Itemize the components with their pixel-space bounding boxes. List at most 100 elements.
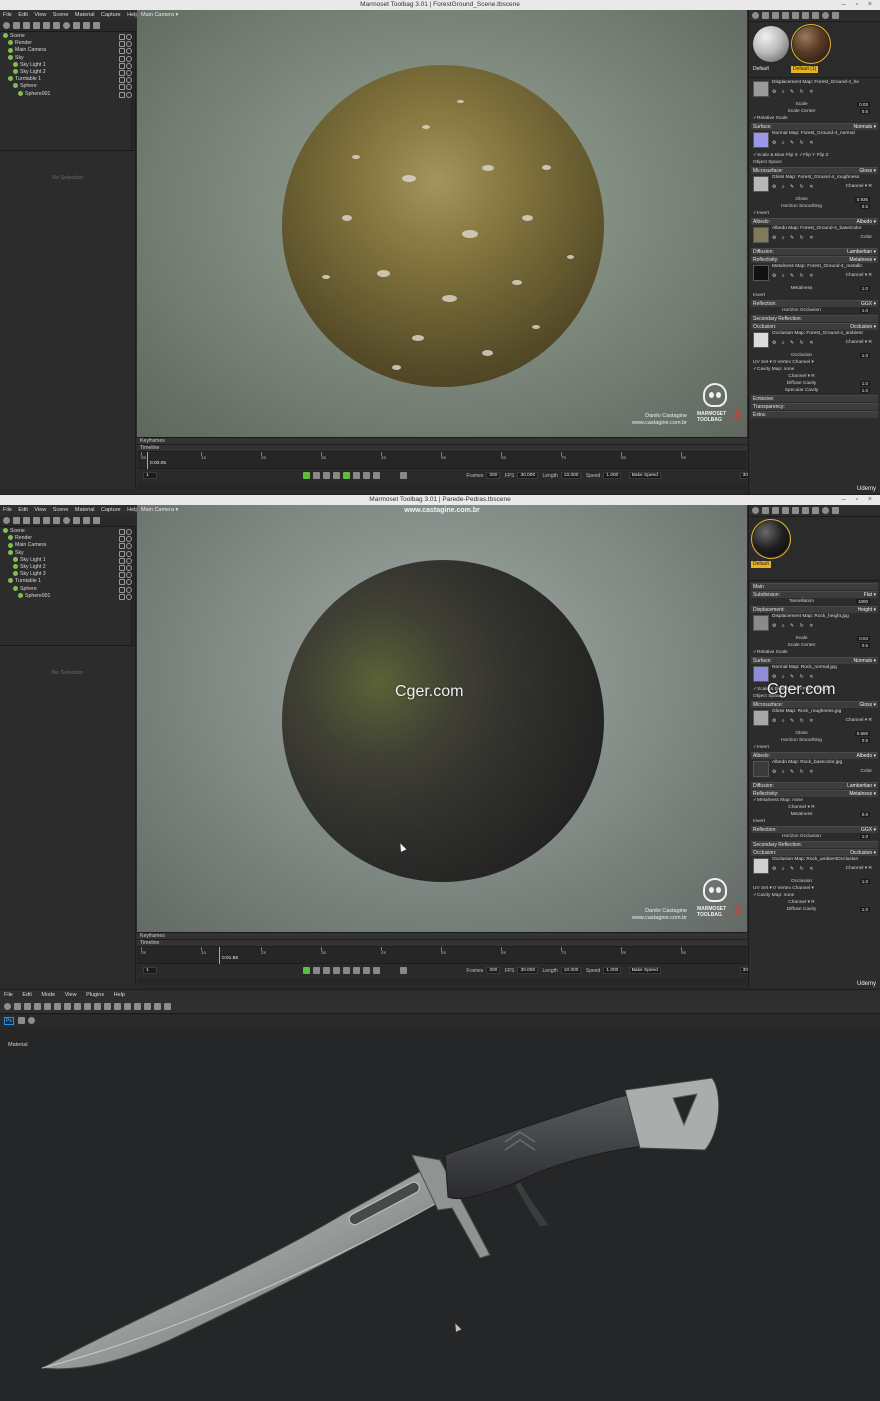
material-checkbox-row[interactable]: ✓Metalness Map: none xyxy=(751,797,878,804)
skip-end-icon[interactable] xyxy=(372,472,380,480)
texture-actions-icon[interactable]: ⚙ ⌕ ✎ ↻ ✕ xyxy=(772,89,815,95)
channel-dropdown[interactable]: Color xyxy=(861,769,872,774)
texture-actions-icon[interactable]: ⚙ ⌕ ✎ ↻ ✕ xyxy=(772,866,815,872)
outliner-item[interactable]: Sphere xyxy=(0,586,135,593)
import-icon[interactable] xyxy=(792,507,799,514)
visibility-toggle-icon[interactable] xyxy=(119,91,132,98)
channel-dropdown[interactable]: Channel ▾ R xyxy=(846,184,872,189)
visibility-toggle-icon[interactable] xyxy=(119,564,132,571)
material-section-header[interactable]: Secondary Reflection: xyxy=(751,315,878,322)
assign-icon[interactable] xyxy=(802,12,809,19)
texture-actions-icon[interactable]: ⚙ ⌕ ✎ ↻ ✕ xyxy=(772,140,815,146)
speed-field[interactable]: 1.000 xyxy=(603,967,622,975)
param-value-field[interactable]: 1.0 xyxy=(859,907,870,912)
material-section-header[interactable]: Surface: Normals ▾ xyxy=(751,657,878,664)
length-field[interactable]: 10.000 xyxy=(560,967,582,975)
loop-icon[interactable] xyxy=(302,967,310,975)
param-value-field[interactable]: 0.5 xyxy=(859,109,870,114)
settings-icon[interactable] xyxy=(822,507,829,514)
material-checkbox-row[interactable]: Invert xyxy=(751,818,878,825)
texture-thumbnail[interactable] xyxy=(753,332,769,348)
skip-start-icon[interactable] xyxy=(312,967,320,975)
light-icon[interactable] xyxy=(114,1003,121,1010)
material-checkbox-row[interactable]: UV Set ▾ 0 Vertex Channel ▾ xyxy=(751,359,878,366)
material-section-header[interactable]: Albedo: Albedo ▾ xyxy=(751,218,878,225)
folder-icon[interactable] xyxy=(782,12,789,19)
clone-icon[interactable] xyxy=(64,1003,71,1010)
section-mode-dropdown[interactable]: Lambertian ▾ xyxy=(847,249,876,256)
settings-icon[interactable] xyxy=(4,1003,11,1010)
grid-icon[interactable] xyxy=(33,22,40,29)
length-field[interactable]: 10.000 xyxy=(560,472,582,480)
loop-icon[interactable] xyxy=(302,472,310,480)
menu-icon[interactable] xyxy=(832,507,839,514)
param-value-field[interactable]: 0.559 xyxy=(854,731,870,736)
texture-actions-icon[interactable]: ⚙ ⌕ ✎ ↻ ✕ xyxy=(772,184,815,190)
material-checkbox-row[interactable]: Invert xyxy=(751,292,878,299)
outliner-item[interactable]: Sphere xyxy=(0,83,135,91)
brush-icon[interactable] xyxy=(14,1003,21,1010)
texture-actions-icon[interactable]: ⚙ ⌕ ✎ ↻ ✕ xyxy=(772,273,815,279)
texture-thumbnail[interactable] xyxy=(753,132,769,148)
duplicate-icon[interactable] xyxy=(83,22,90,29)
material-section-header[interactable]: Displacement: Height ▾ xyxy=(751,606,878,613)
material-section-header[interactable]: Diffusion: Lambertian ▾ xyxy=(751,248,878,255)
outliner-item[interactable]: Turntable 1 xyxy=(0,578,135,586)
param-value-field[interactable]: 0.5 xyxy=(859,204,870,209)
menu-material[interactable]: Material xyxy=(75,507,95,513)
3d-viewport[interactable]: Main Camera ▾ Danilo Castagine www.casta… xyxy=(137,10,747,437)
skip-start-icon[interactable] xyxy=(312,472,320,480)
export-icon[interactable] xyxy=(154,1003,161,1010)
texture-icon[interactable] xyxy=(53,517,60,524)
play-back-icon[interactable] xyxy=(332,472,340,480)
duplicate-material-icon[interactable] xyxy=(762,507,769,514)
material-checkbox-row[interactable]: ✓Relative Scale xyxy=(751,649,878,656)
visibility-toggle-icon[interactable] xyxy=(119,586,132,593)
param-value-field[interactable]: 1.0 xyxy=(859,388,870,393)
menu-edit[interactable]: Edit xyxy=(22,992,31,998)
transform-icon[interactable] xyxy=(94,1003,101,1010)
pause-icon[interactable] xyxy=(342,967,350,975)
menu-view[interactable]: View xyxy=(34,507,46,513)
material-section-header[interactable]: Albedo: Albedo ▾ xyxy=(751,752,878,759)
texture-actions-icon[interactable]: ⚙ ⌕ ✎ ↻ ✕ xyxy=(772,235,815,241)
turntable-icon[interactable] xyxy=(63,517,70,524)
add-object-icon[interactable] xyxy=(3,517,10,524)
texture-actions-icon[interactable]: ⚙ ⌕ ✎ ↻ ✕ xyxy=(772,623,815,629)
duplicate-material-icon[interactable] xyxy=(762,12,769,19)
frame-field[interactable]: 1 xyxy=(143,472,157,480)
menu-edit[interactable]: Edit xyxy=(18,507,27,513)
delete-icon[interactable] xyxy=(93,517,100,524)
param-value-field[interactable]: 1.0 xyxy=(859,879,870,884)
outliner-item[interactable]: Scene xyxy=(0,33,135,40)
keyframes-header[interactable]: Keyframes xyxy=(137,438,747,445)
visibility-toggle-icon[interactable] xyxy=(119,62,132,69)
material-section-header[interactable]: Occlusion: Occlusion ▾ xyxy=(751,849,878,856)
menu-view[interactable]: View xyxy=(34,12,46,18)
menu-scene[interactable]: Scene xyxy=(53,12,69,18)
texture-thumbnail[interactable] xyxy=(753,761,769,777)
channel-dropdown[interactable]: Color xyxy=(861,235,872,240)
visibility-toggle-icon[interactable] xyxy=(119,593,132,600)
texture-actions-icon[interactable]: ⚙ ⌕ ✎ ↻ ✕ xyxy=(772,718,815,724)
more-icon[interactable] xyxy=(164,1003,171,1010)
folder-icon[interactable] xyxy=(782,507,789,514)
folder-icon[interactable] xyxy=(73,22,80,29)
material-section-header[interactable]: Reflection: GGX ▾ xyxy=(751,300,878,307)
visibility-toggle-icon[interactable] xyxy=(119,84,132,91)
texture-thumbnail[interactable] xyxy=(753,176,769,192)
new-material-icon[interactable] xyxy=(752,507,759,514)
material-checkbox-row[interactable]: ✓Relative Scale xyxy=(751,115,878,122)
delete-icon[interactable] xyxy=(93,22,100,29)
material-section-header[interactable]: Occlusion: Occlusion ▾ xyxy=(751,323,878,330)
material-swatch-default[interactable] xyxy=(753,26,789,62)
timeline-track[interactable] xyxy=(137,483,747,490)
menu-scene[interactable]: Scene xyxy=(53,507,69,513)
visibility-toggle-icon[interactable] xyxy=(119,579,132,586)
shadow-icon[interactable] xyxy=(43,22,50,29)
layers-icon[interactable] xyxy=(144,1003,151,1010)
menu-file[interactable]: File xyxy=(3,12,12,18)
material-section-header[interactable]: Microsurface: Gloss ▾ xyxy=(751,167,878,174)
material-section-header[interactable]: Secondary Reflection: xyxy=(751,841,878,848)
outliner-item[interactable]: Sky Light 1 xyxy=(0,62,135,69)
